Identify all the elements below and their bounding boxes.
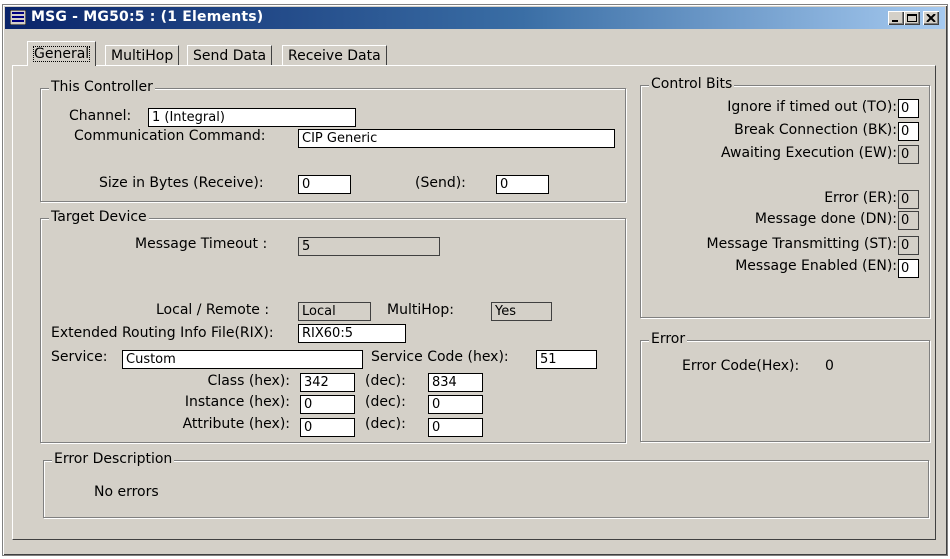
control-bit-ew-label: Awaiting Execution (EW): — [721, 145, 897, 161]
close-icon — [926, 14, 936, 22]
error-group: Error — [640, 331, 930, 442]
error-code-label: Error Code(Hex): — [682, 358, 800, 374]
tab-send-data[interactable]: Send Data — [187, 45, 273, 65]
control-bit-dn-field: 0 — [898, 211, 919, 230]
minimize-button[interactable] — [888, 11, 904, 25]
control-bit-dn-label: Message done (DN): — [754, 211, 897, 227]
channel-label: Channel: — [69, 108, 132, 124]
class-hex-field[interactable]: 342 — [300, 373, 355, 392]
error-description-group: Error Description — [43, 451, 929, 518]
rix-field[interactable]: RIX60:5 — [298, 324, 406, 343]
maximize-icon — [907, 14, 917, 22]
attribute-label: Attribute (hex): — [182, 416, 290, 432]
service-code-field[interactable]: 51 — [536, 350, 597, 369]
local-remote-field: Local — [298, 302, 371, 321]
service-field[interactable]: Custom — [122, 350, 363, 369]
instance-label: Instance (hex): — [184, 394, 290, 410]
control-bit-st-label: Message Transmitting (ST): — [706, 236, 898, 252]
size-send-label: (Send): — [415, 175, 466, 191]
control-bit-er-field: 0 — [898, 190, 919, 209]
instance-hex-field[interactable]: 0 — [300, 395, 355, 414]
error-title: Error — [649, 331, 688, 347]
class-dec-label: (dec): — [365, 373, 406, 389]
error-description-text: No errors — [94, 484, 159, 500]
title-bar[interactable]: MSG - MG50:5 : (1 Elements) — [5, 7, 945, 29]
class-label: Class (hex): — [207, 373, 290, 389]
close-button[interactable] — [923, 11, 939, 25]
attribute-dec-label: (dec): — [365, 416, 406, 432]
window-title: MSG - MG50:5 : (1 Elements) — [31, 9, 264, 25]
control-bit-to-label: Ignore if timed out (TO): — [727, 99, 897, 115]
control-bit-ew-field: 0 — [898, 145, 919, 164]
size-receive-field[interactable]: 0 — [298, 175, 351, 194]
control-bits-title: Control Bits — [649, 76, 735, 92]
this-controller-title: This Controller — [49, 79, 155, 95]
control-bit-to-field[interactable]: 0 — [898, 99, 919, 118]
control-bit-bk-field[interactable]: 0 — [898, 122, 919, 141]
control-bit-en-field[interactable]: 0 — [898, 259, 919, 278]
attribute-dec-field[interactable]: 0 — [428, 418, 483, 437]
tab-receive-data[interactable]: Receive Data — [282, 45, 387, 65]
control-bit-bk-label: Break Connection (BK): — [734, 122, 897, 138]
target-device-title: Target Device — [49, 209, 149, 225]
service-label: Service: — [51, 349, 108, 365]
class-dec-field[interactable]: 834 — [428, 373, 483, 392]
msg-icon — [9, 9, 27, 26]
size-send-field[interactable]: 0 — [496, 175, 549, 194]
local-remote-label: Local / Remote : — [156, 302, 270, 318]
channel-field[interactable]: 1 (Integral) — [148, 108, 356, 127]
multihop-label: MultiHop: — [387, 302, 454, 318]
size-receive-label: Size in Bytes (Receive): — [99, 175, 264, 191]
minimize-icon — [892, 20, 898, 22]
control-bit-er-label: Error (ER): — [824, 190, 897, 206]
message-timeout-field: 5 — [298, 237, 440, 256]
message-timeout-label: Message Timeout : — [135, 236, 268, 252]
error-description-title: Error Description — [52, 451, 175, 467]
rix-label: Extended Routing Info File(RIX): — [51, 325, 274, 341]
tab-general[interactable]: General — [27, 41, 97, 66]
service-code-label: Service Code (hex): — [371, 349, 509, 365]
multihop-field: Yes — [491, 302, 552, 321]
attribute-hex-field[interactable]: 0 — [300, 418, 355, 437]
communication-command-label: Communication Command: — [74, 128, 266, 144]
control-bit-en-label: Message Enabled (EN): — [735, 258, 897, 274]
instance-dec-field[interactable]: 0 — [428, 395, 483, 414]
maximize-button[interactable] — [904, 11, 920, 25]
instance-dec-label: (dec): — [365, 394, 406, 410]
error-code-value: 0 — [825, 358, 834, 374]
communication-command-field[interactable]: CIP Generic — [298, 129, 615, 148]
tab-multihop[interactable]: MultiHop — [105, 45, 180, 65]
control-bit-st-field: 0 — [898, 236, 919, 255]
